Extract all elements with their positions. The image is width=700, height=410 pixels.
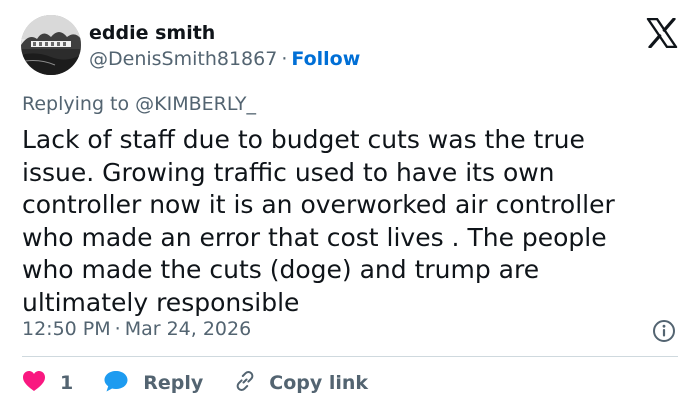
tweet-text: Lack of staff due to budget cuts was the… [22, 125, 615, 317]
follow-button[interactable]: Follow [291, 48, 360, 70]
avatar-image [21, 15, 81, 75]
tweet-time: 12:50 PM [22, 318, 111, 340]
replying-to: Replying to @KIMBERLY_ [22, 93, 256, 115]
user-handle[interactable]: @DenisSmith81867 [89, 48, 277, 70]
avatar[interactable] [21, 15, 81, 75]
like-button[interactable]: 1 [22, 370, 73, 397]
replying-prefix: Replying to [22, 93, 136, 115]
copy-link-label: Copy link [269, 372, 369, 394]
x-logo-icon[interactable] [646, 17, 678, 49]
handle-row: @DenisSmith81867 · Follow [89, 48, 360, 70]
replying-mention[interactable]: @KIMBERLY_ [135, 93, 256, 115]
timestamp-separator: · [114, 318, 121, 340]
tweet-date: Mar 24, 2026 [124, 318, 252, 340]
action-bar: 1 Reply Copy link [22, 368, 368, 398]
handle-separator: · [281, 48, 288, 70]
reply-label: Reply [143, 372, 204, 394]
divider [22, 356, 678, 357]
reply-button[interactable]: Reply [103, 369, 203, 398]
speech-bubble-icon [103, 369, 129, 398]
tweet-card: eddie smith @DenisSmith81867 · Follow Repl… [0, 0, 700, 410]
like-count: 1 [60, 372, 74, 394]
display-name[interactable]: eddie smith [89, 22, 215, 44]
link-icon [233, 369, 257, 398]
timestamp[interactable]: 12:50 PM · Mar 24, 2026 [22, 318, 251, 340]
info-icon[interactable] [652, 319, 676, 343]
copy-link-button[interactable]: Copy link [233, 369, 368, 398]
heart-icon [22, 370, 46, 397]
